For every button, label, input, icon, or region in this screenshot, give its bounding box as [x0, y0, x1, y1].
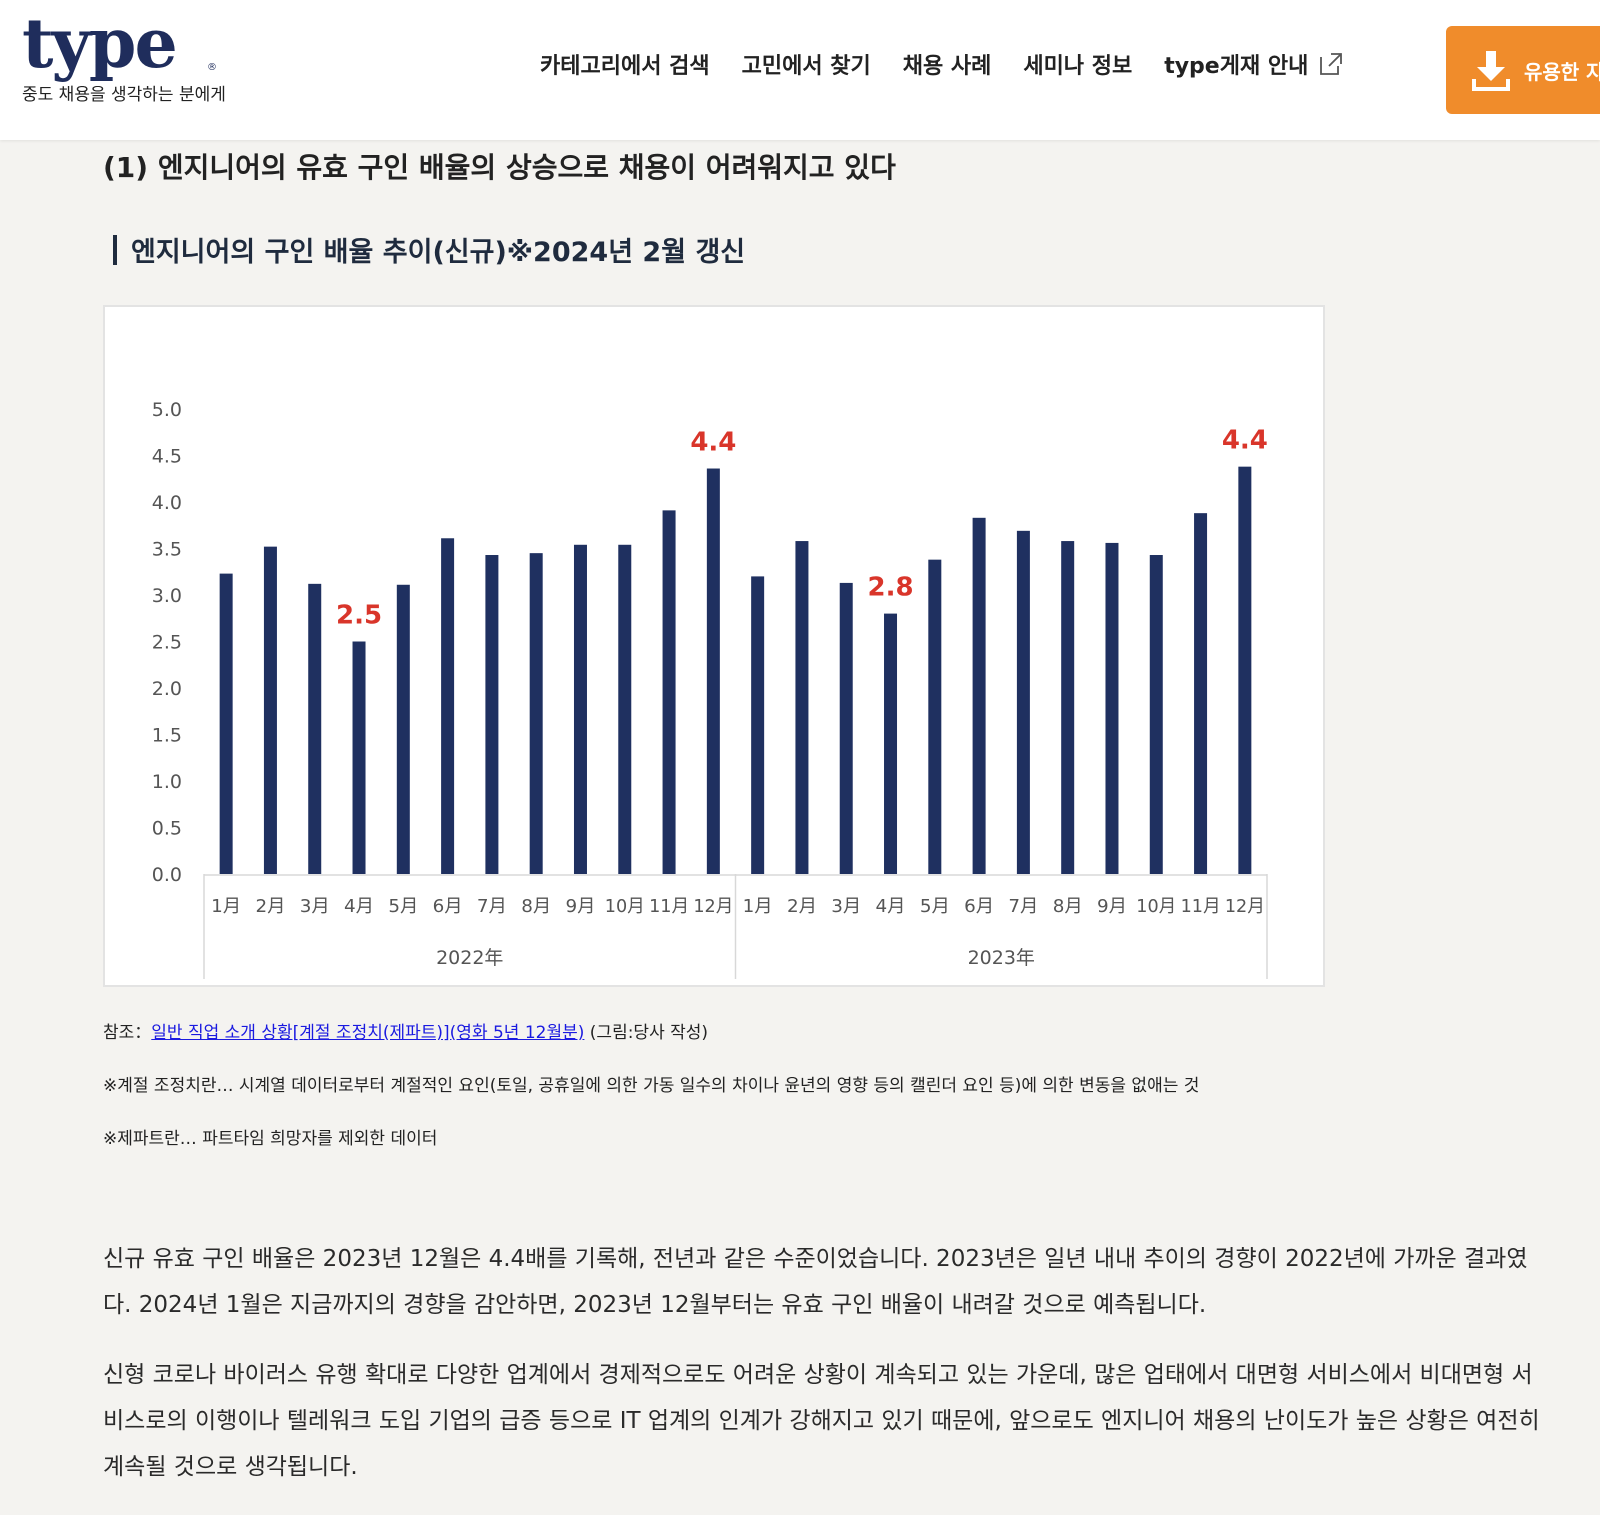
y-tick-label: 2.0	[152, 678, 182, 700]
note-excluding-part-time: ※제파트란… 파트타임 희망자를 제외한 데이터	[103, 1129, 438, 1149]
bar	[1194, 513, 1208, 874]
nav-find-by-concern[interactable]: 고민에서 찾기	[742, 48, 871, 80]
source-link[interactable]: 일반 직업 소개 상황[계절 조정치(제파트)](영화 5년 12월분)	[151, 1023, 584, 1043]
data-label: 2.8	[867, 573, 913, 603]
x-tick-label: 11月	[649, 896, 689, 917]
nav-label: 고민에서 찾기	[741, 54, 871, 79]
x-tick-label: 5月	[920, 896, 950, 917]
nav-label: 채용 사례	[902, 54, 992, 79]
chart-container: 0.0 0.5 1.0 1.5 2.0 2.5 3.0 3.5 4.0 4.5 5.0 2.5 4.4 2…	[103, 305, 1325, 987]
x-tick-label: 5月	[388, 896, 418, 917]
data-label: 4.4	[690, 428, 736, 458]
nav-label: 카테고리에서 검색	[540, 54, 710, 79]
bar	[884, 613, 898, 874]
x-tick-label: 8月	[1053, 896, 1083, 917]
type-logo[interactable]: type	[22, 8, 178, 80]
body-paragraph-2: 신형 코로나 바이러스 유행 확대로 다양한 업계에서 경제적으로도 어려운 상…	[103, 1362, 1540, 1480]
bar	[1238, 466, 1252, 874]
source-reference: 참조：일반 직업 소개 상황[계절 조정치(제파트)](영화 5년 12월분) …	[103, 1018, 708, 1043]
x-tick-label: 6月	[964, 896, 994, 917]
bar	[928, 559, 942, 874]
bar	[1061, 541, 1075, 874]
nav-hiring-cases[interactable]: 채용 사례	[903, 48, 992, 80]
bar	[352, 641, 366, 874]
bar	[839, 582, 853, 874]
bar	[972, 517, 986, 874]
y-tick-label: 1.5	[152, 725, 182, 747]
y-tick-label: 5.0	[152, 399, 182, 421]
bar	[396, 584, 410, 874]
download-button[interactable]: 유용한 자	[1446, 26, 1600, 114]
x-tick-label: 2月	[255, 896, 285, 917]
bar	[573, 544, 587, 874]
bar	[618, 544, 632, 874]
x-tick-label: 1月	[211, 896, 241, 917]
x-tick-label: 9月	[1097, 896, 1127, 917]
site-tagline: 중도 채용을 생각하는 분에게	[22, 85, 226, 105]
bar	[308, 583, 322, 874]
ref-suffix: (그림:당사 작성)	[584, 1023, 709, 1043]
y-tick-label: 4.5	[152, 446, 182, 468]
y-tick-label: 0.5	[152, 818, 182, 840]
x-tick-label: 2月	[787, 896, 817, 917]
x-tick-label: 1月	[743, 896, 773, 917]
x-tick-label: 10月	[605, 896, 645, 917]
x-tick-label: 7月	[477, 896, 507, 917]
ref-prefix: 참조：	[103, 1023, 152, 1043]
x-tick-label: 11月	[1181, 896, 1221, 917]
bar	[529, 553, 543, 874]
x-tick-label: 4月	[876, 896, 906, 917]
bar	[219, 573, 233, 874]
download-label: 유용한 자	[1524, 59, 1600, 84]
nav-seminar-info[interactable]: 세미나 정보	[1023, 48, 1132, 80]
y-tick-label: 2.5	[152, 632, 182, 654]
chart-heading-text: 엔지니어의 구인 배율 추이(신규)※2024년 2월 갱신	[131, 237, 746, 268]
download-icon	[1472, 51, 1510, 91]
x-tick-label: 6月	[433, 896, 463, 917]
x-tick-label: 3月	[300, 896, 330, 917]
chart-heading: 엔지니어의 구인 배율 추이(신규)※2024년 2월 갱신	[113, 230, 745, 269]
x-tick-label: 12月	[693, 896, 733, 917]
y-tick-label: 4.0	[152, 492, 182, 514]
site-header: type ® 중도 채용을 생각하는 분에게 카테고리에서 검색 고민에서 찾기…	[0, 0, 1600, 140]
x-tick-label: 4月	[344, 896, 374, 917]
bar	[751, 576, 765, 874]
data-label: 4.4	[1222, 426, 1268, 456]
nav-label: 세미나 정보	[1023, 54, 1133, 79]
y-tick-label: 0.0	[152, 864, 182, 886]
bar	[485, 555, 499, 874]
data-label: 2.5	[336, 601, 382, 631]
nav-label: type게재 안내	[1164, 54, 1309, 79]
note-seasonal-adjustment: ※계절 조정치란… 시계열 데이터로부터 계절적인 요인(토일, 공휴일에 의한…	[103, 1076, 1200, 1096]
bar	[662, 510, 676, 874]
y-tick-label: 3.0	[152, 585, 182, 607]
x-tick-label: 9月	[565, 896, 595, 917]
bar	[441, 538, 455, 874]
group-label: 2023年	[968, 947, 1035, 969]
x-tick-label: 10月	[1136, 896, 1176, 917]
bar	[1016, 530, 1030, 874]
section-title: (1) 엔지니어의 유효 구인 배율의 상승으로 채용이 어려워지고 있다	[103, 151, 896, 184]
bar	[706, 468, 720, 874]
main-nav: 카테고리에서 검색 고민에서 찾기 채용 사례 세미나 정보 type게재 안내	[540, 48, 1344, 80]
nav-type-listing-guide[interactable]: type게재 안내	[1164, 48, 1344, 80]
bar-chart: 0.0 0.5 1.0 1.5 2.0 2.5 3.0 3.5 4.0 4.5 5.0 2.5 4.4 2…	[152, 399, 1268, 979]
group-label: 2022年	[436, 947, 503, 969]
x-tick-label: 12月	[1225, 896, 1265, 917]
external-link-icon	[1320, 53, 1343, 75]
y-tick-label: 1.0	[152, 771, 182, 793]
x-tick-label: 8月	[521, 896, 551, 917]
y-tick-label: 3.5	[152, 539, 182, 561]
heading-bar	[113, 234, 117, 265]
body-paragraph-1: 신규 유효 구인 배율은 2023년 12월은 4.4배를 기록해, 전년과 같…	[103, 1246, 1528, 1318]
bar	[1149, 555, 1163, 874]
bar	[263, 546, 277, 874]
x-tick-label: 7月	[1008, 896, 1038, 917]
bar	[795, 541, 809, 874]
nav-category-search[interactable]: 카테고리에서 검색	[540, 48, 710, 80]
x-tick-label: 3月	[831, 896, 861, 917]
bar	[1105, 542, 1119, 874]
registered-mark: ®	[207, 62, 217, 73]
